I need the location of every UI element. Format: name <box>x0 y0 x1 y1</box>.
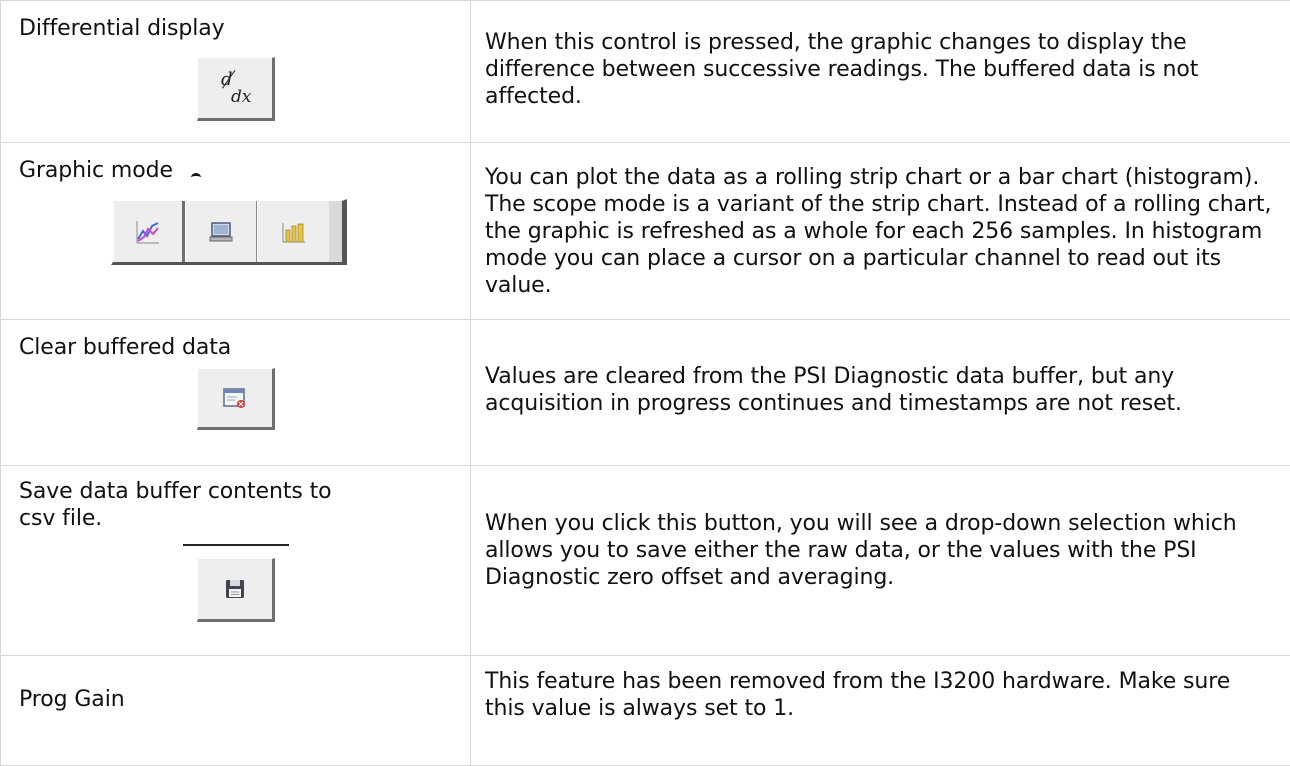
decorative-mark <box>191 173 201 182</box>
control-name: Prog Gain <box>19 686 452 713</box>
floppy-disk-save-icon <box>224 578 246 600</box>
histogram-bar-icon <box>281 220 307 244</box>
derivative-d-dx-icon: d dx <box>215 68 255 108</box>
scope-mode-button[interactable] <box>185 201 257 262</box>
description-text: You can plot the data as a rolling strip… <box>485 164 1276 299</box>
description-cell: Values are cleared from the PSI Diagnost… <box>471 320 1290 466</box>
control-name: Save data buffer contents to csv file. <box>19 478 349 532</box>
description-cell: When you click this button, you will see… <box>471 466 1290 656</box>
clear-buffer-icon <box>222 386 248 410</box>
description-text: This feature has been removed from the I… <box>485 668 1276 722</box>
control-cell: Clear buffered data <box>1 320 471 466</box>
control-name: Differential display <box>19 15 452 42</box>
table-row: Prog Gain This feature has been removed … <box>1 656 1290 766</box>
control-cell: Graphic mode <box>1 143 471 320</box>
table-row: Save data buffer contents to csv file. W… <box>1 466 1290 656</box>
table-row: Differential display d dx When this cont… <box>1 1 1290 143</box>
control-cell: Differential display d dx <box>1 1 471 143</box>
control-cell: Prog Gain <box>1 656 471 766</box>
scope-monitor-icon <box>209 221 233 243</box>
graphic-mode-segmented-control[interactable] <box>111 199 347 265</box>
divider <box>183 544 289 546</box>
table-row: Clear buffered data Values are cleared f… <box>1 320 1290 466</box>
description-cell: You can plot the data as a rolling strip… <box>471 143 1290 320</box>
save-csv-button[interactable] <box>197 558 275 622</box>
clear-buffered-data-button[interactable] <box>197 368 275 430</box>
description-cell: When this control is pressed, the graphi… <box>471 1 1290 143</box>
help-table: Differential display d dx When this cont… <box>0 0 1290 766</box>
description-text: Values are cleared from the PSI Diagnost… <box>485 363 1276 423</box>
histogram-mode-button[interactable] <box>257 201 329 262</box>
control-name: Clear buffered data <box>19 334 452 361</box>
description-text: When this control is pressed, the graphi… <box>485 29 1276 114</box>
control-name: Graphic mode <box>19 157 452 184</box>
control-cell: Save data buffer contents to csv file. <box>1 466 471 656</box>
description-text: When you click this button, you will see… <box>485 510 1276 611</box>
description-cell: This feature has been removed from the I… <box>471 656 1290 766</box>
strip-chart-icon <box>135 219 161 245</box>
differential-display-button[interactable]: d dx <box>197 57 275 121</box>
strip-chart-mode-button[interactable] <box>113 201 185 262</box>
table-row: Graphic mode <box>1 143 1290 320</box>
